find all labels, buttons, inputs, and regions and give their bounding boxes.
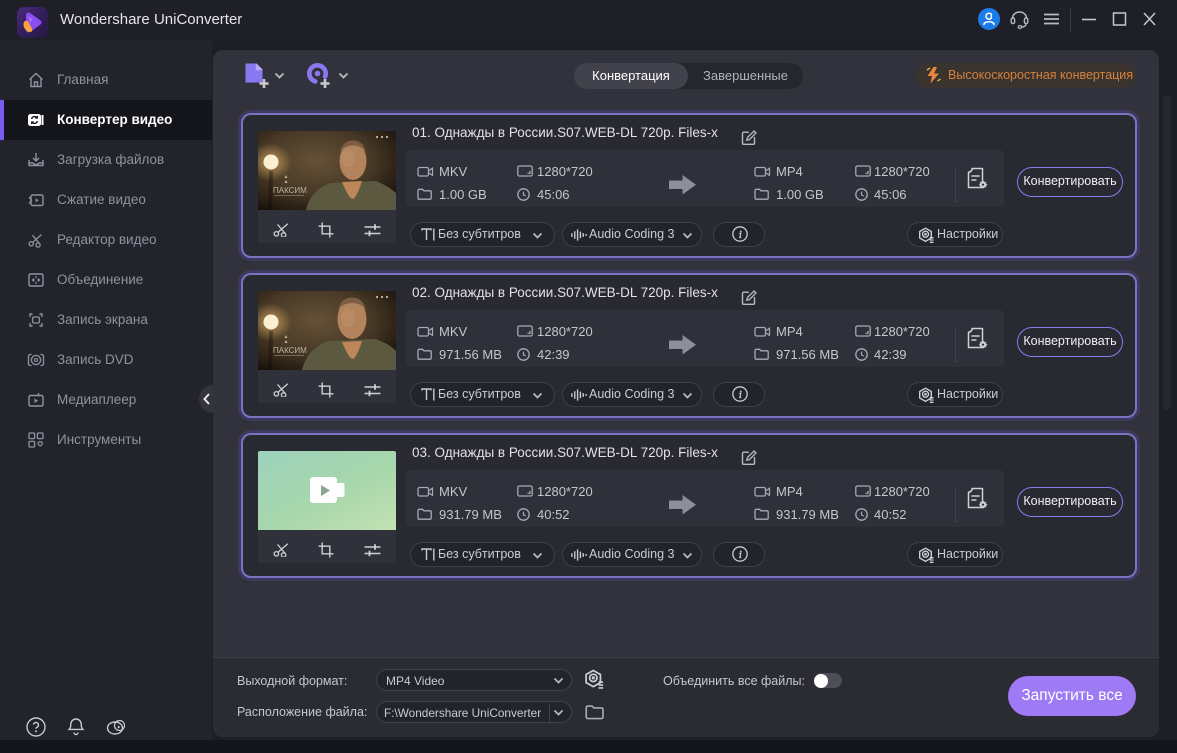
svg-text:ПАКСИМ: ПАКСИМ (273, 346, 307, 355)
svg-text:ПАКСИМ: ПАКСИМ (273, 186, 307, 195)
